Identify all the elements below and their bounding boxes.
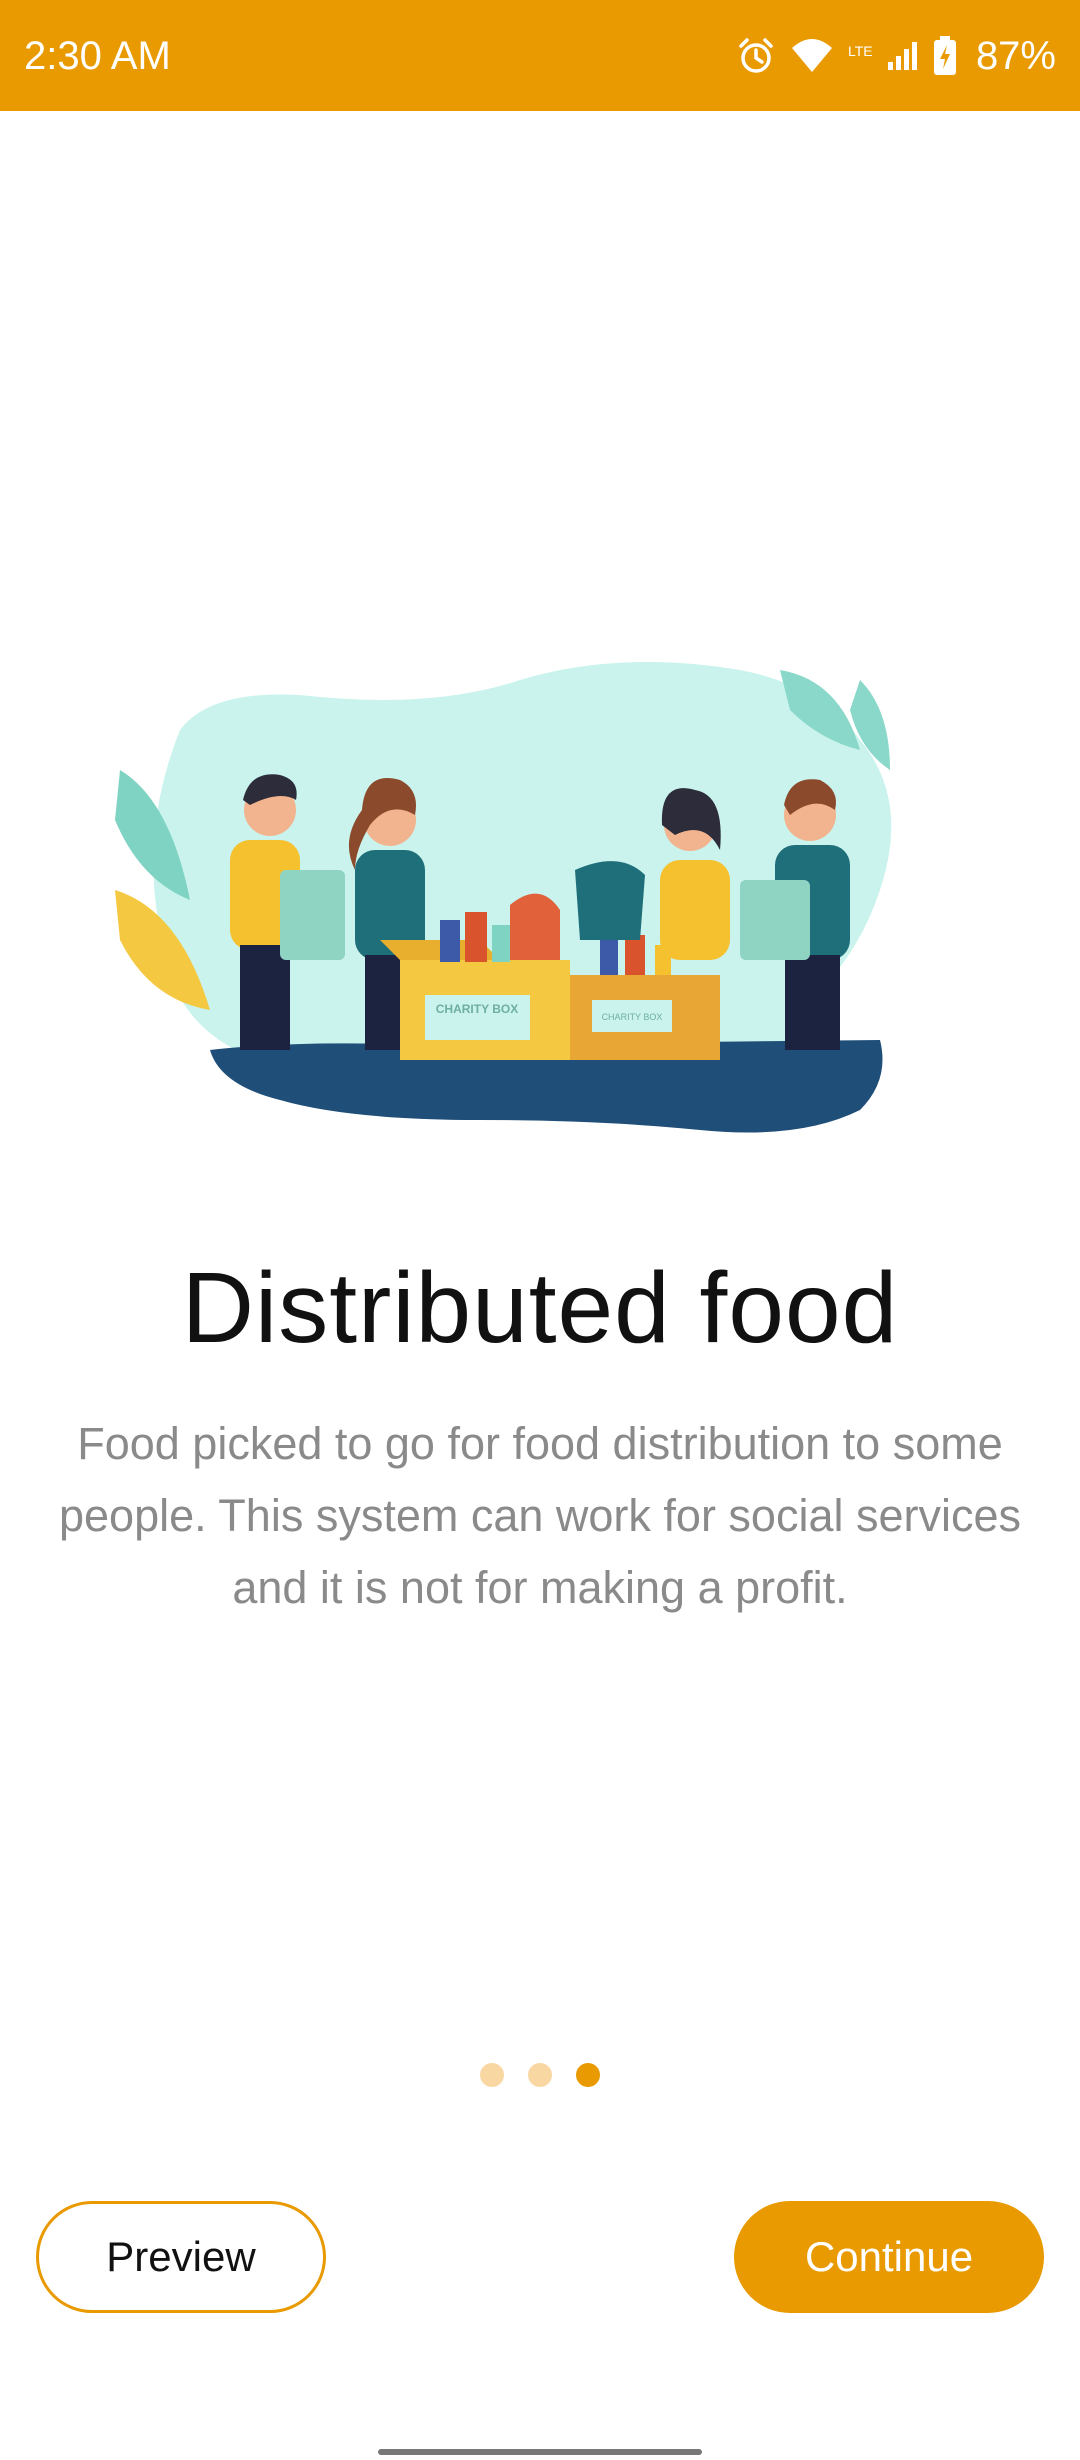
page-dot-3-active[interactable] <box>576 2063 600 2087</box>
home-indicator[interactable] <box>378 2449 702 2455</box>
page-dot-1[interactable] <box>480 2063 504 2087</box>
page-description: Food picked to go for food distribution … <box>58 1418 1022 1613</box>
preview-button[interactable]: Preview <box>36 2201 326 2313</box>
continue-button[interactable]: Continue <box>734 2201 1044 2313</box>
alarm-icon <box>736 36 776 76</box>
charity-volunteers-illustration: CHARITY BOX CHARITY BOX <box>100 650 980 1150</box>
lte-signal-icon: LTE <box>848 36 918 76</box>
page-title: Distributed food <box>181 1252 899 1364</box>
status-time: 2:30 AM <box>24 34 171 78</box>
charity-box-label: CHARITY BOX <box>436 1002 518 1016</box>
page-dot-2[interactable] <box>528 2063 552 2087</box>
battery-charging-icon <box>932 35 958 77</box>
wifi-icon <box>790 36 834 76</box>
lte-label: LTE <box>848 43 873 59</box>
charity-box-label-small: CHARITY BOX <box>602 1012 663 1022</box>
page-indicator <box>0 2063 1080 2089</box>
status-icons: LTE 87% <box>736 26 1056 86</box>
status-bar: 2:30 AM LTE 87% <box>0 0 1080 111</box>
battery-percent: 87% <box>975 34 1056 78</box>
